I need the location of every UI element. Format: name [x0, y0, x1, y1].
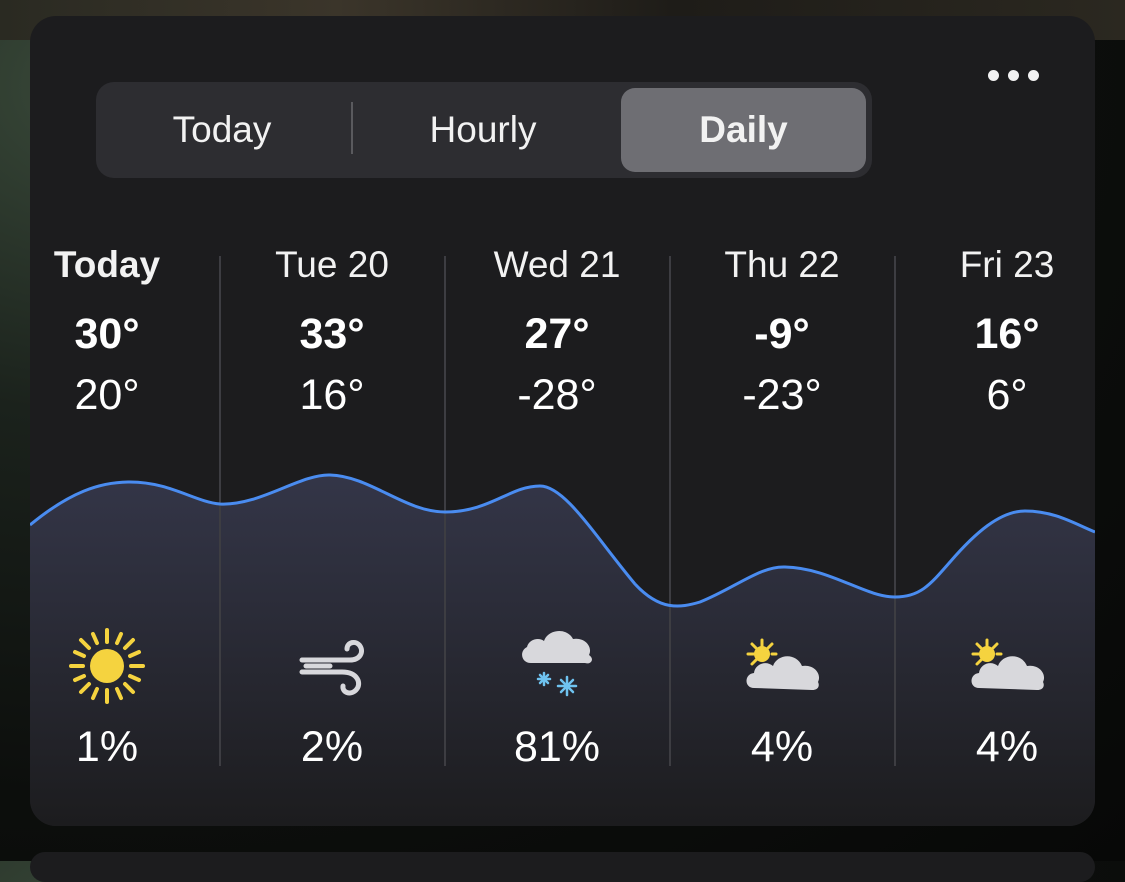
day-label: Thu 22 — [724, 244, 840, 285]
sun-icon — [69, 628, 145, 704]
segment-divider — [351, 102, 353, 154]
tab-hourly[interactable]: Hourly — [358, 88, 608, 172]
day-label: Today — [53, 244, 161, 285]
day-label: Fri 23 — [959, 244, 1055, 285]
low-temp: -23° — [742, 371, 822, 419]
tab-today[interactable]: Today — [102, 88, 342, 172]
day-label: Tue 20 — [275, 244, 389, 285]
low-temp: -28° — [517, 371, 597, 419]
wind-icon — [299, 639, 365, 696]
high-temp: 33° — [299, 310, 365, 358]
high-temp: 30° — [74, 310, 140, 358]
high-temp: 16° — [974, 310, 1040, 358]
precipitation-chance: 4% — [750, 723, 814, 771]
tab-daily[interactable]: Daily — [621, 88, 866, 172]
precipitation-chance: 2% — [300, 723, 364, 771]
precipitation-chance: 1% — [75, 723, 139, 771]
day-label: Wed 21 — [493, 244, 621, 285]
next-card-edge — [30, 852, 1095, 882]
precipitation-chance: 81% — [513, 723, 601, 771]
low-temp: 20° — [74, 371, 140, 419]
high-temp: 27° — [524, 310, 590, 358]
more-options-button[interactable] — [983, 60, 1043, 90]
view-segmented-control: Today Hourly Daily — [96, 82, 872, 178]
precipitation-chance: 4% — [975, 723, 1039, 771]
high-temp: -9° — [754, 310, 810, 358]
partly-cloudy-icon — [746, 638, 820, 690]
cloud-snow-icon — [522, 630, 592, 697]
partly-cloudy-icon — [971, 638, 1045, 690]
low-temp: 16° — [299, 371, 365, 419]
forecast-card: Today Hourly Daily Today 30° 20° 1% Tue … — [30, 16, 1095, 826]
more-options-icon — [987, 69, 999, 81]
low-temp: 6° — [986, 371, 1028, 419]
